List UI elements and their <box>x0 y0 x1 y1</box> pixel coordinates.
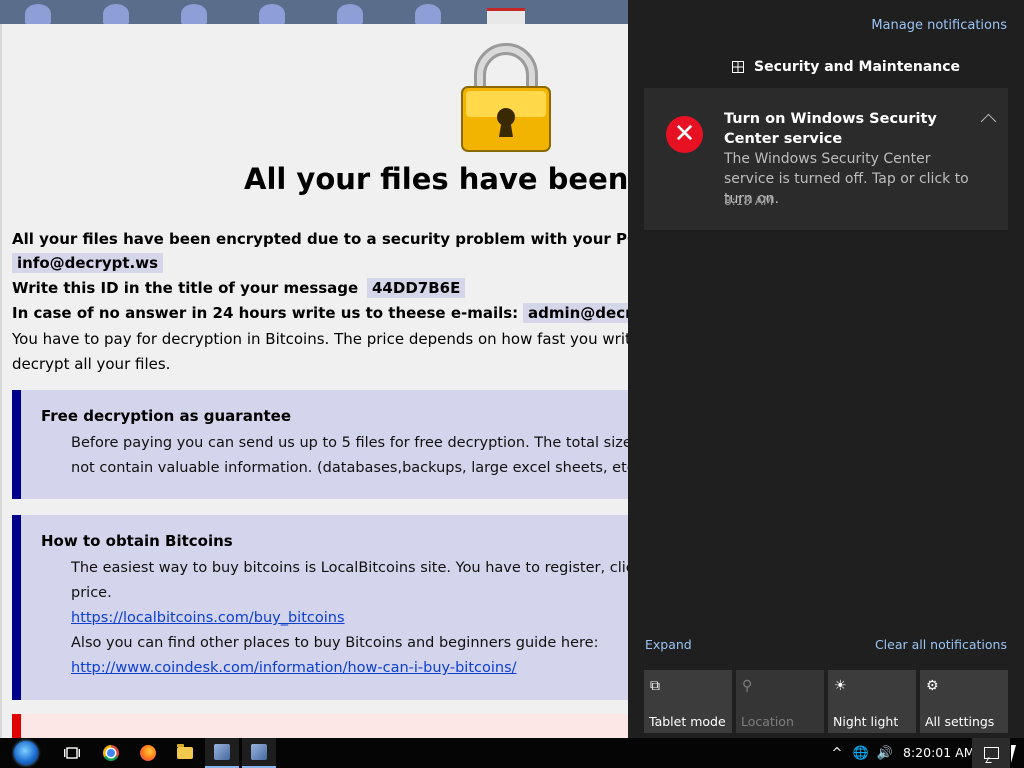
night-light-icon: ☀ <box>834 678 847 694</box>
quick-action-label: All settings <box>925 714 995 729</box>
file-explorer-taskbar-button[interactable] <box>168 738 202 768</box>
payment-text: decrypt all your files. <box>12 355 171 373</box>
ransom-headline: All your files have been er <box>244 162 628 196</box>
manage-notifications-link[interactable]: Manage notifications <box>871 18 1007 33</box>
location-icon: ⚲ <box>742 678 753 694</box>
security-maintenance-icon <box>732 61 744 73</box>
firefox-icon <box>140 745 156 761</box>
bitcoins-text: The easiest way to buy bitcoins is Local… <box>71 560 628 576</box>
notification-group-header[interactable]: Security and Maintenance <box>732 59 960 75</box>
victim-id[interactable]: 44DD7B6E <box>367 278 466 298</box>
quick-action-label: Night light <box>833 714 899 729</box>
desktop-background <box>0 0 628 24</box>
app-taskbar-button[interactable] <box>242 738 276 768</box>
backup-email[interactable]: admin@decrypt.ws <box>522 303 628 323</box>
guarantee-text: not contain valuable information. (datab… <box>71 460 628 476</box>
coindesk-link[interactable]: http://www.coindesk.com/information/how-… <box>71 660 517 676</box>
taskbar: ^ 🌐 🔊 8:20:01 AM <box>0 738 1024 768</box>
action-center: Manage notifications Security and Mainte… <box>628 0 1024 738</box>
clear-all-notifications-link[interactable]: Clear all notifications <box>875 637 1007 652</box>
error-x-icon: ✕ <box>666 116 703 153</box>
desktop-icon[interactable] <box>337 4 363 24</box>
notification-card[interactable]: ✕ Turn on Windows Security Center servic… <box>644 88 1008 230</box>
desktop-icon[interactable] <box>415 4 441 24</box>
chrome-taskbar-button[interactable] <box>94 738 128 768</box>
notification-time: 8:18 AM <box>724 194 774 208</box>
desktop-icon[interactable] <box>259 4 285 24</box>
notification-icon <box>983 747 999 759</box>
padlock-icon <box>461 43 551 152</box>
start-button[interactable] <box>6 738 46 768</box>
file-explorer-icon <box>177 744 193 759</box>
system-tray: ^ 🌐 🔊 <box>828 738 896 768</box>
chevron-up-icon[interactable] <box>980 113 997 130</box>
notification-title: Turn on Windows Security Center service <box>724 111 937 147</box>
backup-email-row: In case of no answer in 24 hours write u… <box>12 303 628 323</box>
quick-action-label: Tablet mode <box>649 714 726 729</box>
bitcoins-title: How to obtain Bitcoins <box>41 532 233 550</box>
start-orb-icon <box>14 741 38 765</box>
quick-action-all-settings[interactable]: ⚙ All settings <box>920 670 1008 733</box>
backup-label: In case of no answer in 24 hours write u… <box>12 304 519 322</box>
id-label: Write this ID in the title of your messa… <box>12 279 359 297</box>
expand-link[interactable]: Expand <box>645 637 692 652</box>
localbitcoins-link[interactable]: https://localbitcoins.com/buy_bitcoins <box>71 610 345 626</box>
task-view-icon <box>64 747 80 759</box>
desktop-icon[interactable] <box>181 4 207 24</box>
intro-text: All your files have been encrypted due t… <box>12 230 628 248</box>
guarantee-title: Free decryption as guarantee <box>41 407 292 425</box>
warning-box <box>12 714 628 738</box>
desktop-icon[interactable] <box>487 8 525 24</box>
contact-email-row: info@decrypt.ws <box>12 253 164 273</box>
firefox-taskbar-button[interactable] <box>131 738 165 768</box>
quick-action-tablet-mode[interactable]: ⧉ Tablet mode <box>644 670 732 733</box>
notification-group-title: Security and Maintenance <box>754 59 961 75</box>
show-hidden-icons-chevron-icon[interactable]: ^ <box>828 746 846 761</box>
quick-action-night-light[interactable]: ☀ Night light <box>828 670 916 733</box>
network-globe-icon[interactable]: 🌐 <box>850 746 872 761</box>
taskbar-clock[interactable]: 8:20:01 AM <box>903 738 975 768</box>
bitcoins-box: How to obtain Bitcoins The easiest way t… <box>12 515 628 700</box>
task-view-button[interactable] <box>55 738 89 768</box>
mouse-cursor-icon <box>1011 745 1016 763</box>
app-icon <box>251 744 267 760</box>
gear-icon: ⚙ <box>926 678 939 694</box>
bitcoins-text: Also you can find other places to buy Bi… <box>71 635 599 651</box>
id-row: Write this ID in the title of your messa… <box>12 278 466 298</box>
action-center-button[interactable] <box>972 738 1010 768</box>
app-icon <box>214 744 230 760</box>
quick-action-label: Location <box>741 714 794 729</box>
desktop-icon[interactable] <box>25 4 51 24</box>
chrome-icon <box>103 745 119 761</box>
quick-action-location[interactable]: ⚲ Location <box>736 670 824 733</box>
volume-icon[interactable]: 🔊 <box>874 746 896 761</box>
payment-text: You have to pay for decryption in Bitcoi… <box>12 330 628 348</box>
ransom-note-window: All your files have been er All your fil… <box>0 24 628 738</box>
app-taskbar-button[interactable] <box>205 738 239 768</box>
desktop-icon[interactable] <box>103 4 129 24</box>
contact-email[interactable]: info@decrypt.ws <box>12 253 164 273</box>
guarantee-box: Free decryption as guarantee Before payi… <box>12 390 628 499</box>
tablet-mode-icon: ⧉ <box>650 678 660 694</box>
bitcoins-text: price. <box>71 585 112 601</box>
guarantee-text: Before paying you can send us up to 5 fi… <box>71 435 628 451</box>
